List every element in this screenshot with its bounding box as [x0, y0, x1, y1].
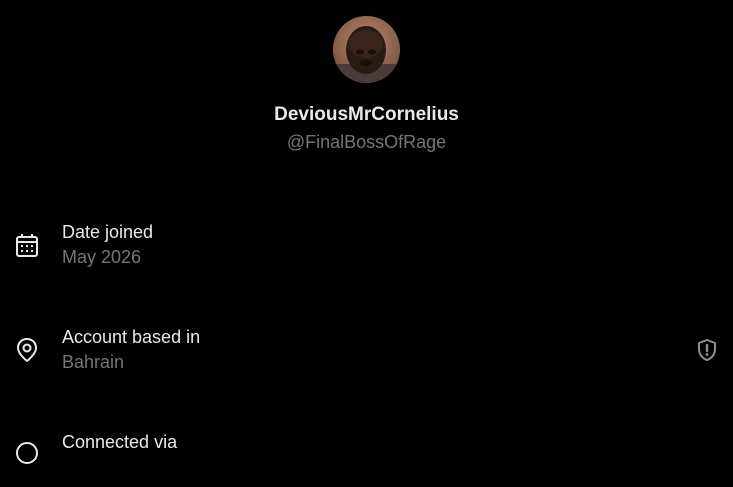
- handle: @FinalBossOfRage: [286, 132, 447, 152]
- link-icon: [16, 442, 38, 464]
- row-value-account-based-in: Bahrain: [62, 352, 125, 372]
- info-row-connected-via: Connected via: [0, 431, 733, 487]
- shield-alert-icon[interactable]: [695, 338, 719, 362]
- row-label-account-based-in: Account based in: [62, 327, 201, 347]
- location-pin-icon: [17, 338, 37, 362]
- profile-header: DeviousMrCornelius @FinalBossOfRage: [0, 0, 733, 153]
- row-label-connected-via: Connected via: [62, 432, 178, 452]
- row-label-date-joined: Date joined: [62, 222, 154, 242]
- info-row-account-based-in: Account based in Bahrain: [0, 326, 733, 382]
- info-row-date-joined: Date joined May 2026: [0, 221, 733, 277]
- row-value-date-joined: May 2026: [62, 247, 142, 267]
- avatar[interactable]: [333, 16, 400, 83]
- display-name: DeviousMrCornelius: [274, 104, 459, 125]
- avatar-image: [333, 16, 400, 83]
- row-text: Connected via: [62, 431, 177, 453]
- row-text: Date joined May 2026: [62, 221, 153, 268]
- row-text: Account based in Bahrain: [62, 326, 200, 373]
- calendar-icon: [16, 234, 38, 257]
